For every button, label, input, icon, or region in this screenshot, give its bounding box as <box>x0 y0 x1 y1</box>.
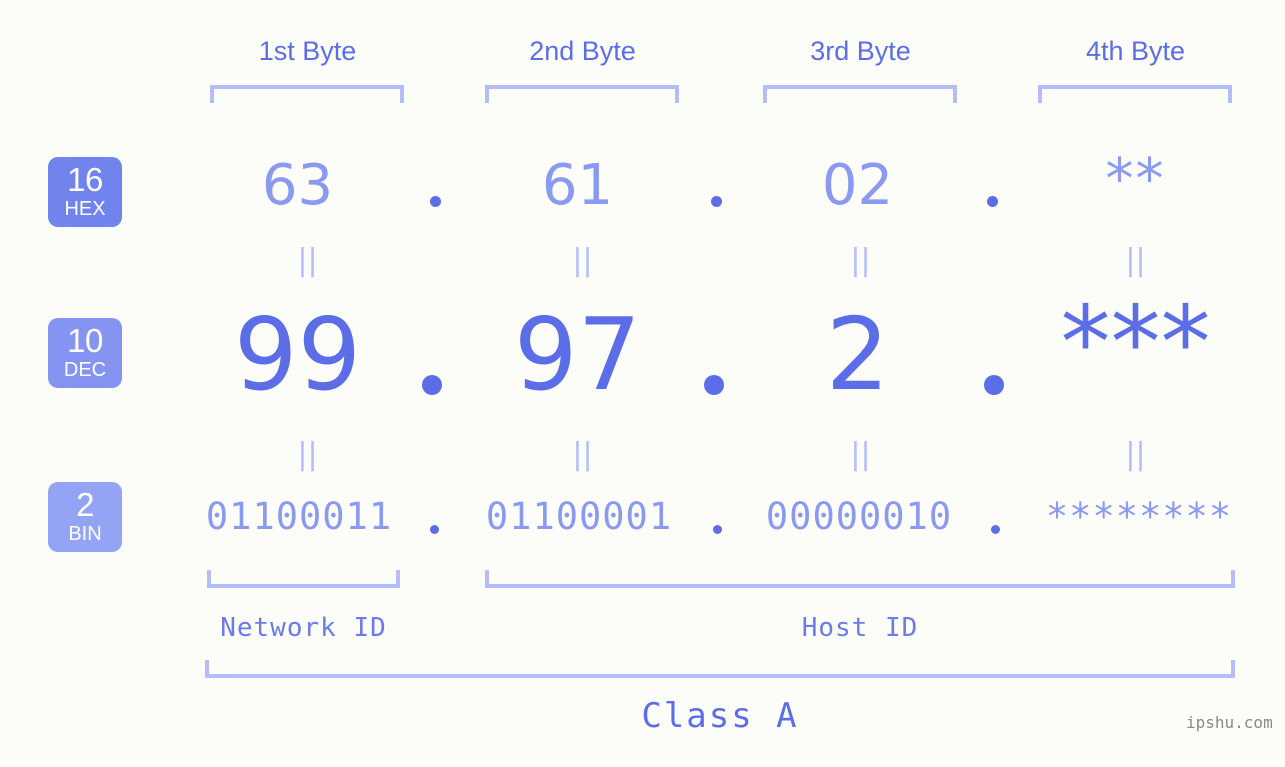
equality-mark-dec-bin-1: || <box>297 437 318 472</box>
hex-separator-1 <box>430 196 441 207</box>
base-badge-bin-name: BIN <box>68 523 102 545</box>
class-label: Class A <box>641 696 799 736</box>
equality-mark-hex-dec-2: || <box>572 243 593 278</box>
bin-byte-3: 00000010 <box>765 495 953 538</box>
dec-separator-1 <box>422 375 442 395</box>
hex-byte-1: 63 <box>261 153 334 218</box>
bin-byte-1: 01100011 <box>205 495 393 538</box>
byte-bracket-4 <box>1038 85 1232 103</box>
hex-byte-3: 02 <box>821 153 894 218</box>
dec-separator-2 <box>704 375 724 395</box>
byte-header-3: 3rd Byte <box>810 36 911 66</box>
dec-byte-4: *** <box>1060 284 1211 401</box>
base-badge-dec-number: 10 <box>67 322 103 359</box>
equality-mark-dec-bin-3: || <box>850 437 871 472</box>
byte-header-2: 2nd Byte <box>529 36 636 66</box>
base-badge-bin[interactable]: 2 BIN <box>48 482 122 552</box>
bin-separator-2 <box>713 525 722 534</box>
equality-mark-dec-bin-4: || <box>1125 437 1146 472</box>
network-id-bracket <box>207 570 400 588</box>
byte-bracket-3 <box>763 85 957 103</box>
hex-byte-2: 61 <box>541 153 614 218</box>
hex-separator-3 <box>987 196 998 207</box>
host-id-label: Host ID <box>801 613 919 643</box>
network-id-label: Network ID <box>220 613 387 643</box>
equality-mark-hex-dec-1: || <box>297 243 318 278</box>
dec-byte-1: 99 <box>233 296 362 413</box>
byte-bracket-2 <box>485 85 679 103</box>
host-id-bracket <box>485 570 1235 588</box>
bin-byte-2: 01100001 <box>485 495 673 538</box>
bin-byte-4: ******** <box>1045 495 1233 538</box>
hex-separator-2 <box>711 196 722 207</box>
site-watermark: ipshu.com <box>1186 713 1273 732</box>
base-badge-dec[interactable]: 10 DEC <box>48 318 122 388</box>
bin-separator-1 <box>430 525 439 534</box>
base-badge-hex-name: HEX <box>64 198 106 220</box>
dec-byte-3: 2 <box>825 296 890 413</box>
byte-header-1: 1st Byte <box>258 36 357 66</box>
byte-bracket-1 <box>210 85 404 103</box>
class-bracket <box>205 660 1235 678</box>
equality-mark-hex-dec-4: || <box>1125 243 1146 278</box>
equality-mark-dec-bin-2: || <box>572 437 593 472</box>
dec-byte-2: 97 <box>513 296 642 413</box>
base-badge-dec-name: DEC <box>63 359 107 381</box>
base-badge-bin-number: 2 <box>76 486 94 523</box>
dec-separator-3 <box>984 375 1004 395</box>
byte-header-4: 4th Byte <box>1085 36 1186 66</box>
ip-address-breakdown-diagram: 1st Byte 2nd Byte 3rd Byte 4th Byte 16 H… <box>0 0 1285 767</box>
base-badge-hex-number: 16 <box>67 161 103 198</box>
equality-mark-hex-dec-3: || <box>850 243 871 278</box>
hex-byte-4: ** <box>1105 147 1166 212</box>
base-badge-hex[interactable]: 16 HEX <box>48 157 122 227</box>
bin-separator-3 <box>991 525 1000 534</box>
